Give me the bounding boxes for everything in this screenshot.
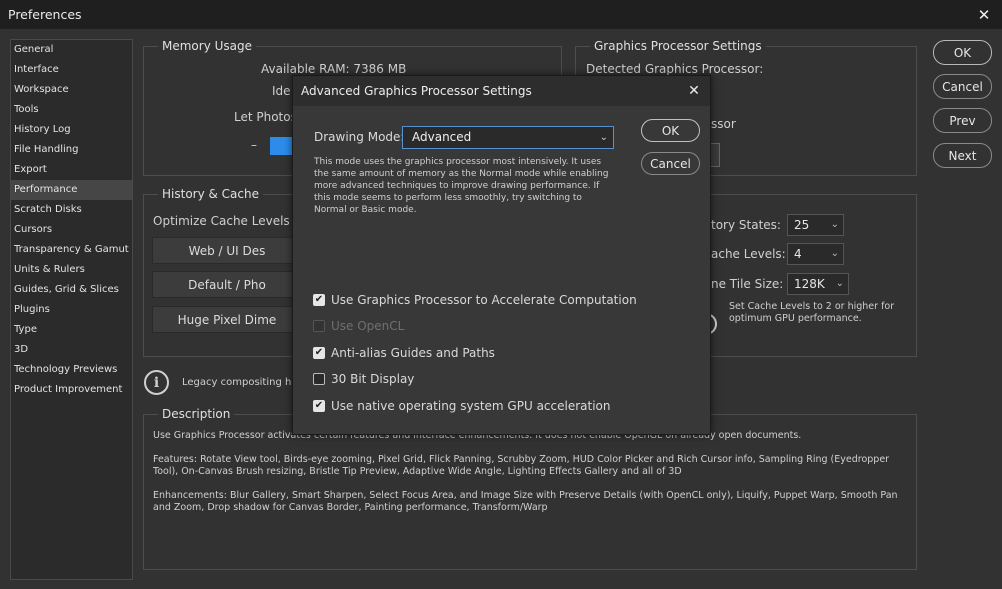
30-bit-display-checkbox[interactable]: 30 Bit Display [313,371,414,387]
sidebar-item-product-improvement[interactable]: Product Improvement [11,380,132,400]
checkbox-checked-icon[interactable]: ✔ [313,400,325,412]
advanced-gpu-settings-dialog: Advanced Graphics Processor Settings ✕ D… [292,75,711,435]
cache-tile-size-select[interactable]: 128K ⌄ [787,273,849,295]
drawing-mode-select[interactable]: Advanced ⌄ [402,126,614,149]
web-ui-design-button[interactable]: Web / UI Des [152,237,302,264]
sidebar-item-general[interactable]: General [11,40,132,60]
checkbox-checked-icon[interactable]: ✔ [313,294,325,306]
use-gpu-compute-label: Use Graphics Processor to Accelerate Com… [331,293,637,307]
dialog-close-icon[interactable]: ✕ [684,81,704,101]
memory-usage-title: Memory Usage [158,39,257,53]
description-text: Use Graphics Processor activates certain… [153,430,903,526]
chevron-down-icon: ⌄ [835,278,844,289]
drawing-mode-value: Advanced [412,130,472,144]
description-enhancements: Enhancements: Blur Gallery, Smart Sharpe… [153,490,898,513]
sidebar-item-plugins[interactable]: Plugins [11,300,132,320]
chevron-down-icon: ⌄ [830,248,839,259]
window-titlebar: Preferences ✕ [0,0,1002,29]
sidebar-item-interface[interactable]: Interface [11,60,132,80]
prev-button[interactable]: Prev [933,108,992,133]
sidebar-item-scratch-disks[interactable]: Scratch Disks [11,200,132,220]
cache-levels-label: ache Levels: [711,247,786,261]
dialog-titlebar: Advanced Graphics Processor Settings ✕ [293,76,710,106]
default-photos-button[interactable]: Default / Pho [152,271,302,298]
sidebar-item-technology-previews[interactable]: Technology Previews [11,360,132,380]
description-features: Features: Rotate View tool, Birds-eye zo… [153,454,890,477]
use-gpu-compute-checkbox[interactable]: ✔ Use Graphics Processor to Accelerate C… [313,292,637,308]
use-gpu-label: ssor [711,117,736,131]
history-states-label: tory States: [711,218,781,232]
optimize-cache-label: Optimize Cache Levels a [153,214,301,228]
dialog-title: Advanced Graphics Processor Settings [301,84,532,98]
native-gpu-acceleration-label: Use native operating system GPU accelera… [331,399,611,413]
cache-levels-value: 4 [794,247,802,261]
gpu-settings-title: Graphics Processor Settings [590,39,766,53]
sidebar-item-type[interactable]: Type [11,320,132,340]
info-icon: i [144,370,169,395]
ideal-range-label: Ide [272,84,291,98]
history-states-select[interactable]: 25 ⌄ [787,214,844,236]
native-gpu-acceleration-checkbox[interactable]: ✔ Use native operating system GPU accele… [313,398,611,414]
drawing-mode-description: This mode uses the graphics processor mo… [314,157,609,215]
history-states-value: 25 [794,218,810,232]
sidebar-item-guides-grid-slices[interactable]: Guides, Grid & Slices [11,280,132,300]
memory-slider-minus-icon[interactable]: – [251,138,257,152]
history-cache-title: History & Cache [158,187,263,201]
sidebar-item-history-log[interactable]: History Log [11,120,132,140]
sidebar-item-units-rulers[interactable]: Units & Rulers [11,260,132,280]
description-title: Description [158,407,235,421]
huge-pixel-dimensions-button[interactable]: Huge Pixel Dime [152,306,302,333]
use-opencl-label: Use OpenCL [331,319,405,333]
sidebar-item-file-handling[interactable]: File Handling [11,140,132,160]
detected-gpu-label: Detected Graphics Processor: [586,62,764,76]
next-button[interactable]: Next [933,143,992,168]
checkbox-unchecked-icon [313,320,325,332]
available-ram-label: Available RAM: 7386 MB [261,62,407,76]
sidebar-item-transparency-gamut[interactable]: Transparency & Gamut [11,240,132,260]
cache-tile-size-label: ne Tile Size: [711,277,784,291]
advanced-settings-button[interactable] [711,143,720,167]
cache-tile-size-value: 128K [794,277,825,291]
legacy-compositing-text: Legacy compositing has [182,377,303,388]
cache-levels-select[interactable]: 4 ⌄ [787,243,844,265]
sidebar-item-3d[interactable]: 3D [11,340,132,360]
window-close-icon[interactable]: ✕ [966,0,1002,29]
preferences-sidebar: General Interface Workspace Tools Histor… [10,39,133,580]
anti-alias-guides-checkbox[interactable]: ✔ Anti-alias Guides and Paths [313,345,495,361]
cancel-button[interactable]: Cancel [933,74,992,99]
chevron-down-icon: ⌄ [830,219,839,230]
checkbox-checked-icon[interactable]: ✔ [313,347,325,359]
chevron-down-icon: ⌄ [599,132,608,143]
sidebar-item-workspace[interactable]: Workspace [11,80,132,100]
dialog-ok-button[interactable]: OK [641,119,700,142]
drawing-mode-label: Drawing Mode: [314,130,405,144]
use-opencl-checkbox: Use OpenCL [313,318,404,334]
30-bit-display-label: 30 Bit Display [331,372,415,386]
anti-alias-guides-label: Anti-alias Guides and Paths [331,346,495,360]
cache-levels-hint: Set Cache Levels to 2 or higher for opti… [729,301,895,324]
let-photoshop-use-label: Let Photos [234,110,297,124]
sidebar-item-cursors[interactable]: Cursors [11,220,132,240]
memory-value-field[interactable] [270,137,292,155]
sidebar-item-export[interactable]: Export [11,160,132,180]
checkbox-unchecked-icon[interactable] [313,373,325,385]
sidebar-item-tools[interactable]: Tools [11,100,132,120]
sidebar-item-performance[interactable]: Performance [11,180,132,200]
dialog-cancel-button[interactable]: Cancel [641,152,700,175]
window-title: Preferences [8,7,82,22]
ok-button[interactable]: OK [933,40,992,65]
